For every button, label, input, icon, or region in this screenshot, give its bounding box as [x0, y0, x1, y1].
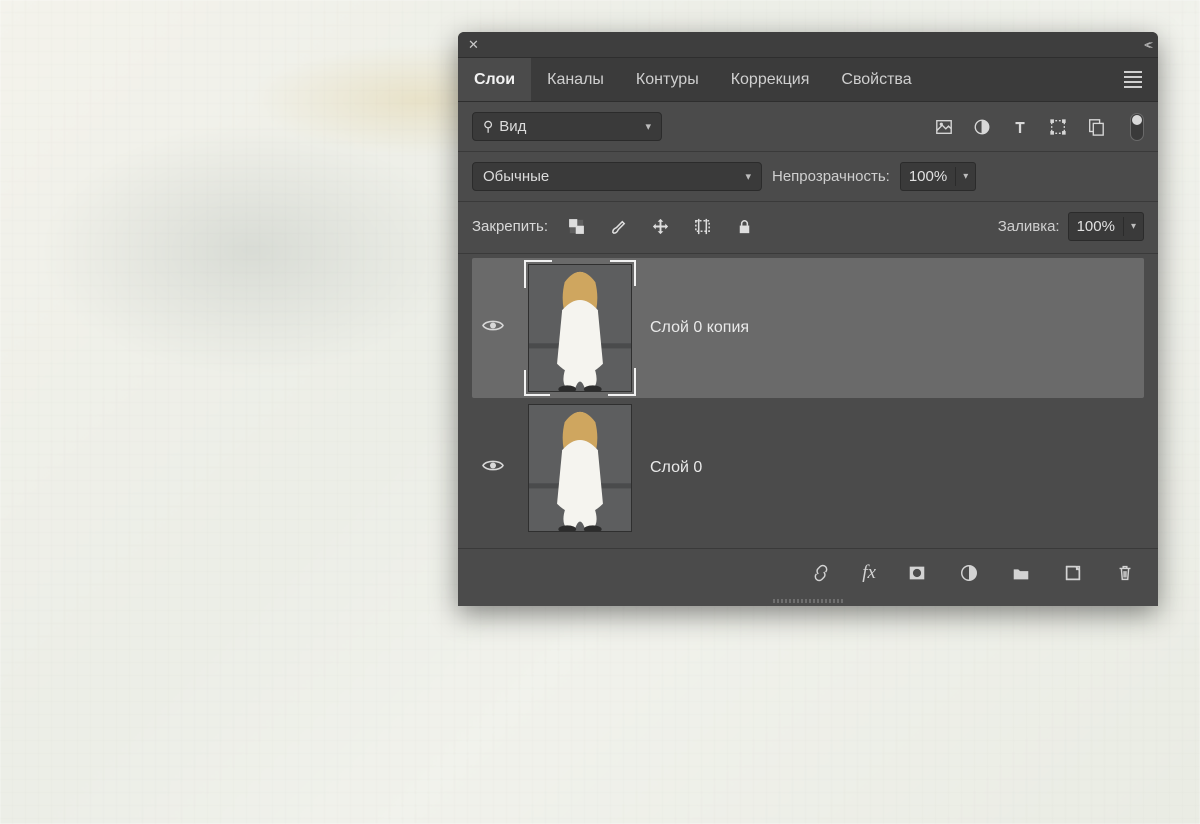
svg-text:T: T: [1016, 120, 1025, 136]
filter-shape-icon[interactable]: [1048, 117, 1068, 137]
link-layers-icon[interactable]: [810, 562, 832, 584]
panel-menu-icon[interactable]: [1118, 65, 1148, 94]
fill-label: Заливка:: [998, 218, 1060, 235]
layer-fx-icon[interactable]: fx: [862, 562, 876, 584]
layer-visibility-icon[interactable]: [476, 318, 510, 338]
chevron-down-icon[interactable]: ▾: [1123, 217, 1143, 236]
layer-thumbnail[interactable]: [528, 264, 632, 392]
layer-thumbnail[interactable]: [528, 404, 632, 532]
panel-titlebar[interactable]: ✕ <<: [458, 32, 1158, 58]
layer-mask-icon[interactable]: [906, 562, 928, 584]
panel-footer: fx: [458, 548, 1158, 596]
layer-row[interactable]: Слой 0: [472, 398, 1144, 538]
blend-mode-value: Обычные: [483, 168, 549, 185]
layer-row[interactable]: Слой 0 копия: [472, 258, 1144, 398]
tab-adjustments[interactable]: Коррекция: [715, 58, 826, 101]
chevron-down-icon: ▾: [645, 120, 651, 133]
opacity-value: 100%: [909, 168, 947, 185]
lock-label: Закрепить:: [472, 218, 548, 235]
tab-layers[interactable]: Слои: [458, 58, 531, 101]
filter-smartobject-icon[interactable]: [1086, 117, 1106, 137]
layer-name[interactable]: Слой 0: [650, 459, 702, 477]
opacity-input[interactable]: 100% ▾: [900, 162, 976, 191]
chevron-down-icon: ▾: [745, 170, 751, 183]
layer-name[interactable]: Слой 0 копия: [650, 319, 749, 337]
lock-pixels-icon[interactable]: [566, 217, 586, 237]
lock-position-icon[interactable]: [650, 217, 670, 237]
blend-mode-dropdown[interactable]: Обычные ▾: [472, 162, 762, 191]
tab-paths[interactable]: Контуры: [620, 58, 715, 101]
delete-layer-icon[interactable]: [1114, 562, 1136, 584]
fill-value: 100%: [1077, 218, 1115, 235]
chevron-down-icon[interactable]: ▾: [955, 167, 975, 186]
filter-pixel-icon[interactable]: [934, 117, 954, 137]
tab-channels[interactable]: Каналы: [531, 58, 620, 101]
lock-brush-icon[interactable]: [608, 217, 628, 237]
layer-filter-icons: T: [934, 117, 1106, 137]
lock-all-icon[interactable]: [734, 217, 754, 237]
tab-properties[interactable]: Свойства: [825, 58, 927, 101]
lock-fill-row: Закрепить: Заливка: 100% ▾: [458, 202, 1158, 254]
lock-artboard-icon[interactable]: [692, 217, 712, 237]
panel-resize-grip[interactable]: [458, 596, 1158, 606]
filter-text-icon[interactable]: T: [1010, 117, 1030, 137]
filter-toggle[interactable]: [1130, 113, 1144, 141]
opacity-label: Непрозрачность:: [772, 168, 890, 185]
fill-input[interactable]: 100% ▾: [1068, 212, 1144, 241]
layer-filter-type-dropdown[interactable]: ⚲ Вид ▾: [472, 112, 662, 141]
layers-panel: ✕ << Слои Каналы Контуры Коррекция Свойс…: [458, 32, 1158, 606]
panel-tabs: Слои Каналы Контуры Коррекция Свойства: [458, 58, 1158, 102]
filter-adjustment-icon[interactable]: [972, 117, 992, 137]
blend-opacity-row: Обычные ▾ Непрозрачность: 100% ▾: [458, 152, 1158, 202]
collapse-icon[interactable]: <<: [1144, 38, 1148, 52]
layers-list: Слой 0 копия: [458, 254, 1158, 548]
close-icon[interactable]: ✕: [468, 37, 479, 53]
layer-filter-type-label: Вид: [499, 118, 526, 135]
new-layer-icon[interactable]: [1062, 562, 1084, 584]
search-icon: ⚲: [483, 118, 493, 135]
layer-visibility-icon[interactable]: [476, 458, 510, 478]
layer-filter-row: ⚲ Вид ▾ T: [458, 102, 1158, 152]
new-group-icon[interactable]: [1010, 562, 1032, 584]
new-adjustment-icon[interactable]: [958, 562, 980, 584]
